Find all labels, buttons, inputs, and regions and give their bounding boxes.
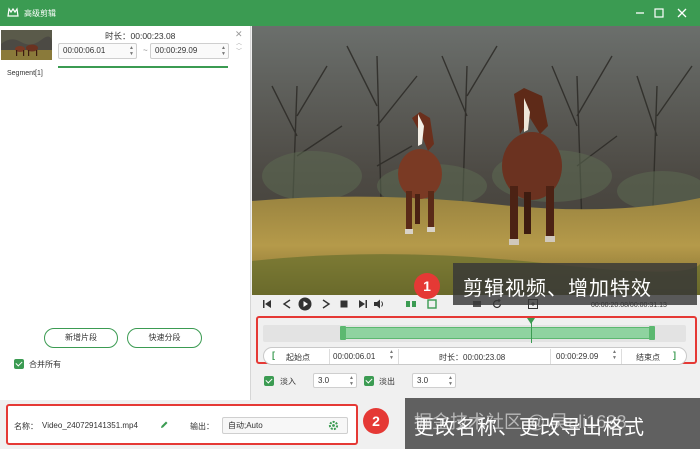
- play-icon[interactable]: [298, 297, 312, 311]
- window-title: 高级剪辑: [24, 9, 56, 18]
- segment-label: Segment[1]: [7, 70, 43, 77]
- merge-all-checkbox[interactable]: [14, 359, 24, 369]
- fade-out-checkbox[interactable]: [364, 376, 374, 386]
- playhead[interactable]: [531, 321, 532, 343]
- segment-close-icon[interactable]: ✕: [235, 29, 243, 40]
- app-logo-icon: [7, 7, 19, 17]
- timeline-selection[interactable]: [342, 327, 654, 339]
- merge-all-label: 合并所有: [29, 360, 61, 369]
- range-start-time[interactable]: 00:00:06.01: [333, 352, 375, 361]
- stop-icon[interactable]: [338, 298, 350, 310]
- settings-gear-icon[interactable]: [328, 420, 339, 431]
- segment-end-time[interactable]: 00:00:29.09 ▲ ▼: [150, 43, 229, 59]
- segment-reorder-icon[interactable]: ︿ ﹀: [236, 40, 242, 56]
- fade-out-input[interactable]: 3.0 ▲ ▼: [412, 373, 456, 388]
- annotation-1-text: 剪辑视频、增加特效: [463, 278, 652, 300]
- split-icon[interactable]: [405, 298, 417, 310]
- timeline-start-handle[interactable]: [340, 326, 346, 340]
- range-divider: [329, 349, 330, 364]
- time-separator: ~: [143, 46, 148, 55]
- stepper-icon[interactable]: ▲ ▼: [129, 45, 134, 57]
- annotation-1-banner: 剪辑视频、增加特效: [453, 263, 697, 305]
- next-frame-icon[interactable]: [320, 298, 332, 310]
- segment-thumbnail: [1, 30, 52, 60]
- new-segment-button[interactable]: 新增片段: [44, 328, 118, 348]
- mark-in-icon[interactable]: [262, 298, 274, 310]
- fade-in-checkbox[interactable]: [264, 376, 274, 386]
- maximize-icon[interactable]: [651, 5, 667, 21]
- segment-start-time[interactable]: 00:00:06.01 ▲ ▼: [58, 43, 137, 59]
- stepper-icon[interactable]: ▲ ▼: [349, 375, 354, 387]
- title-bar: 高级剪辑: [0, 0, 700, 26]
- range-start-bracket: [: [272, 350, 275, 360]
- fade-in-input[interactable]: 3.0 ▲ ▼: [313, 373, 357, 388]
- stepper-icon[interactable]: ▲ ▼: [389, 349, 394, 361]
- start-point-button[interactable]: 起始点: [286, 352, 310, 363]
- volume-icon[interactable]: [373, 298, 385, 310]
- segment-range-bar: [58, 66, 228, 68]
- name-label: 名称：: [14, 422, 38, 431]
- close-icon[interactable]: [674, 5, 690, 21]
- range-divider: [621, 349, 622, 364]
- output-filename[interactable]: Video_240729141351.mp4: [42, 421, 138, 430]
- fade-in-label: 淡入: [280, 377, 296, 386]
- crop-icon[interactable]: [426, 298, 438, 310]
- stepper-icon[interactable]: ▲ ▼: [221, 45, 226, 57]
- video-preview[interactable]: [252, 26, 700, 295]
- range-end-time[interactable]: 00:00:29.09: [556, 352, 598, 361]
- segment-panel: 时长：00:00:23.08 ✕ ︿ ﹀ 00:00:06.01 ▲ ▼ ~ 00:…: [0, 26, 251, 400]
- annotation-2-banner: 更改名称、更改导出格式 掘金技术社区 @ 吴ali1638: [405, 398, 700, 449]
- range-end-bracket: ]: [673, 350, 676, 360]
- format-label: 输出：: [190, 422, 214, 431]
- timeline-end-handle[interactable]: [649, 326, 655, 340]
- edit-name-icon[interactable]: [159, 420, 169, 430]
- stepper-icon[interactable]: ▲ ▼: [448, 375, 453, 387]
- end-point-button[interactable]: 结束点: [636, 352, 660, 363]
- range-divider: [550, 349, 551, 364]
- watermark-text: 掘金技术社区 @ 吴ali1638: [414, 412, 627, 432]
- fade-out-label: 淡出: [379, 377, 395, 386]
- segment-duration: 时长：00:00:23.08: [105, 31, 176, 41]
- range-duration: 时长：00:00:23.08: [439, 353, 506, 362]
- mark-out-icon[interactable]: [356, 298, 368, 310]
- quick-split-button[interactable]: 快速分段: [127, 328, 202, 348]
- segment-card[interactable]: 时长：00:00:23.08 ✕ ︿ ﹀ 00:00:06.01 ▲ ▼ ~ 00:…: [0, 26, 249, 86]
- annotation-2-badge: 2: [363, 408, 389, 434]
- annotation-1-badge: 1: [414, 273, 440, 299]
- stepper-icon[interactable]: ▲ ▼: [612, 349, 617, 361]
- minimize-icon[interactable]: [632, 5, 648, 21]
- prev-frame-icon[interactable]: [281, 298, 293, 310]
- range-divider: [398, 349, 399, 364]
